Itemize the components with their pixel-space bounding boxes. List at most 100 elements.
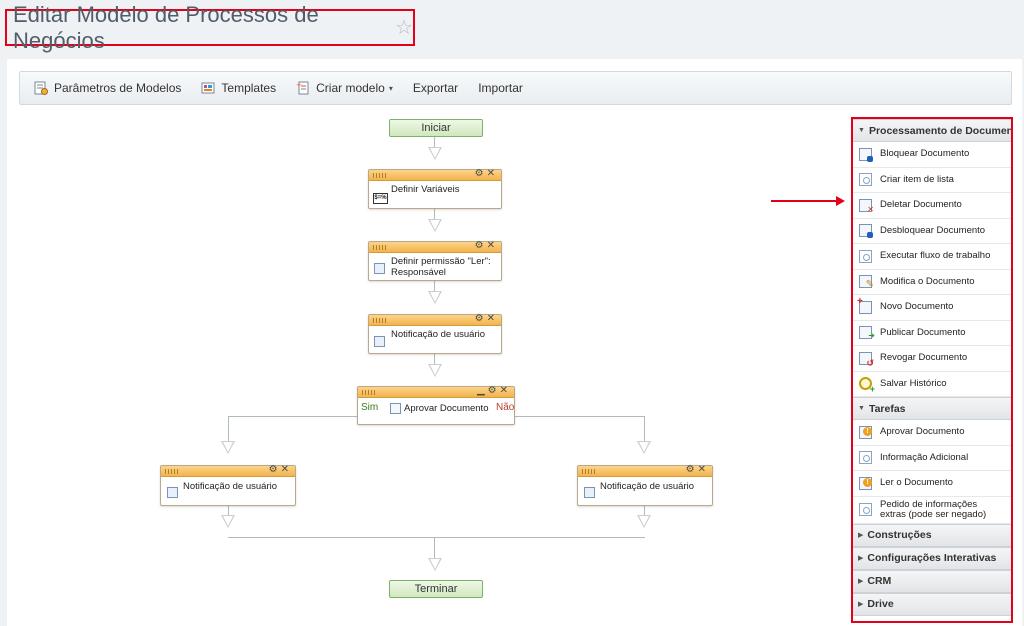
panel-item-unlock-document[interactable]: Desbloquear Documento — [853, 219, 1011, 244]
panel-item-label: Aprovar Documento — [880, 426, 965, 438]
node-controls[interactable]: ⚙✕ — [686, 464, 709, 475]
notification-icon — [374, 336, 385, 347]
panel-item-create-list-item[interactable]: Criar item de lista — [853, 168, 1011, 193]
section-drive[interactable]: ▶ Drive — [853, 592, 1011, 616]
drag-handle-icon[interactable] — [582, 469, 596, 474]
notification-icon — [584, 487, 595, 498]
node-label: Notificação de usuário — [600, 481, 694, 492]
lock-document-icon — [859, 147, 873, 162]
panel-item-extra-info-request[interactable]: Pedido de informações extras (pode ser n… — [853, 497, 1011, 524]
panel-item-revoke-document[interactable]: Revogar Documento — [853, 346, 1011, 372]
panel-item-label: Ler o Documento — [880, 477, 953, 489]
workflow-icon — [859, 249, 872, 263]
panel-item-label: Bloquear Documento — [880, 148, 970, 160]
drag-handle-icon[interactable] — [373, 318, 387, 323]
drag-handle-icon[interactable] — [373, 245, 387, 250]
panel-item-label: Salvar Histórico — [880, 377, 947, 389]
annotation-arrow — [771, 200, 838, 202]
connector-arrow-icon — [428, 219, 442, 232]
user-notification-node[interactable]: ⚙✕ Notificação de usuário — [368, 313, 502, 354]
node-header[interactable]: ⚙✕ — [369, 240, 501, 253]
node-label: Notificação de usuário — [391, 329, 485, 340]
branch-yes-label: Sim — [361, 402, 379, 413]
revoke-document-icon — [859, 351, 874, 368]
panel-item-label: Novo Documento — [880, 301, 954, 313]
approve-document-icon — [859, 425, 872, 439]
panel-item-publish-document[interactable]: Publicar Documento — [853, 321, 1011, 346]
panel-item-delete-document[interactable]: Deletar Documento — [853, 193, 1011, 219]
node-header[interactable]: ⚙✕ — [161, 464, 295, 477]
branch-line — [644, 416, 645, 442]
set-variables-node[interactable]: ⚙✕ $=% Definir Variáveis — [368, 168, 502, 209]
approve-document-node[interactable]: ▁⚙✕ Sim Aprovar Documento Não — [357, 385, 515, 425]
caret-right-icon: ▶ — [858, 555, 864, 562]
annotation-arrow-head-icon — [836, 196, 845, 206]
panel-item-new-document[interactable]: Novo Documento — [853, 295, 1011, 321]
start-node[interactable]: Iniciar — [389, 119, 483, 137]
edit-document-icon — [859, 275, 874, 290]
panel-item-label: Criar item de lista — [880, 173, 954, 185]
branch-line — [514, 416, 645, 417]
section-title: Configurações Interativas — [867, 552, 997, 564]
node-label: Aprovar Documento — [404, 403, 489, 414]
section-constructions[interactable]: ▶ Construções — [853, 523, 1011, 547]
panel-item-save-history[interactable]: Salvar Histórico — [853, 372, 1011, 397]
panel-item-lock-document[interactable]: Bloquear Documento — [853, 142, 1011, 168]
section-title: Processamento de Document — [868, 124, 1011, 137]
connector-arrow-icon — [221, 515, 235, 528]
branch-line — [228, 416, 358, 417]
notification-icon — [167, 487, 178, 498]
panel-item-run-workflow[interactable]: Executar fluxo de trabalho — [853, 244, 1011, 270]
panel-item-label: Desbloquear Documento — [880, 224, 986, 236]
panel-item-approve-document[interactable]: Aprovar Documento — [853, 420, 1011, 446]
node-header[interactable]: ⚙✕ — [578, 464, 712, 477]
new-document-icon — [857, 297, 872, 314]
right-notification-node[interactable]: ⚙✕ Notificação de usuário — [577, 464, 713, 506]
caret-right-icon: ▶ — [858, 601, 864, 608]
merge-line — [228, 537, 645, 538]
panel-item-modify-document[interactable]: Modifica o Documento — [853, 270, 1011, 295]
section-crm[interactable]: ▶ CRM — [853, 569, 1011, 593]
connector-arrow-icon — [428, 364, 442, 377]
activities-panel: ▼ Processamento de Document Bloquear Doc… — [851, 117, 1013, 623]
section-document-processing[interactable]: ▼ Processamento de Document — [853, 119, 1011, 142]
panel-item-label: Executar fluxo de trabalho — [880, 250, 991, 262]
section-title: Construções — [867, 529, 932, 541]
panel-item-label: Modifica o Documento — [880, 275, 975, 287]
connector-arrow-icon — [637, 515, 651, 528]
section-title: Tarefas — [868, 402, 906, 415]
panel-item-read-document[interactable]: Ler o Documento — [853, 471, 1011, 497]
left-notification-node[interactable]: ⚙✕ Notificação de usuário — [160, 464, 296, 506]
branch-line — [228, 416, 229, 442]
section-tasks[interactable]: ▼ Tarefas — [853, 397, 1011, 420]
section-interactive-settings[interactable]: ▶ Configurações Interativas — [853, 546, 1011, 570]
node-controls[interactable]: ⚙✕ — [475, 240, 498, 251]
drag-handle-icon[interactable] — [362, 390, 376, 395]
set-permission-node[interactable]: ⚙✕ Definir permissão "Ler": Responsável — [368, 240, 502, 281]
permission-icon — [374, 263, 385, 274]
panel-item-label: Deletar Documento — [880, 199, 962, 211]
panel-item-additional-info[interactable]: Informação Adicional — [853, 446, 1011, 471]
delete-document-icon — [859, 198, 874, 215]
end-node[interactable]: Terminar — [389, 580, 483, 598]
read-document-icon — [859, 476, 872, 490]
connector-arrow-icon — [428, 291, 442, 304]
node-controls[interactable]: ▁⚙✕ — [477, 385, 511, 396]
node-controls[interactable]: ⚙✕ — [269, 464, 292, 475]
node-header[interactable]: ⚙✕ — [369, 313, 501, 326]
drag-handle-icon[interactable] — [373, 173, 387, 178]
section-title: CRM — [867, 575, 892, 587]
branch-no-label: Não — [496, 402, 515, 413]
node-controls[interactable]: ⚙✕ — [475, 313, 498, 324]
save-history-icon — [859, 377, 875, 394]
caret-right-icon: ▶ — [858, 578, 864, 585]
panel-item-label: Informação Adicional — [880, 451, 969, 463]
drag-handle-icon[interactable] — [165, 469, 179, 474]
panel-item-label: Pedido de informações extras (pode ser n… — [880, 498, 987, 520]
node-header[interactable]: ▁⚙✕ — [358, 385, 514, 398]
connector-arrow-icon — [428, 147, 442, 160]
additional-info-icon — [859, 451, 872, 465]
unlock-document-icon — [859, 224, 873, 239]
node-controls[interactable]: ⚙✕ — [475, 168, 498, 179]
node-header[interactable]: ⚙✕ — [369, 168, 501, 181]
